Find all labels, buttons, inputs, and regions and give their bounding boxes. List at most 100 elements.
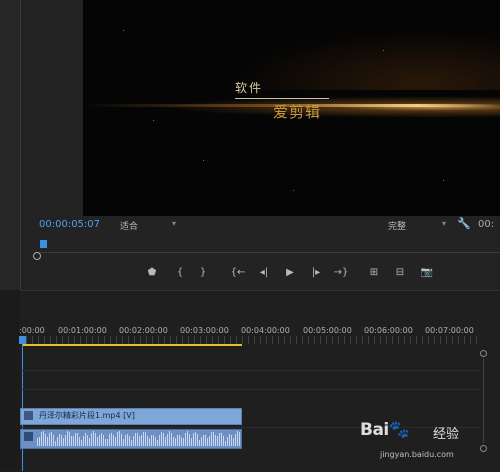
zoom-handle[interactable] <box>33 252 41 260</box>
step-back-icon[interactable]: ◂| <box>256 267 272 278</box>
waveform-bar <box>127 433 128 446</box>
extract-icon[interactable]: ⊟ <box>392 267 408 278</box>
waveform-bar <box>183 437 184 446</box>
ruler-label: 00:03:00:00 <box>180 326 229 335</box>
go-to-in-icon[interactable]: {← <box>230 267 246 278</box>
waveform-bar <box>79 437 80 446</box>
waveform-bar <box>189 433 190 446</box>
fit-select[interactable]: 适合 ▾ <box>120 219 178 232</box>
step-forward-icon[interactable]: |▸ <box>308 267 324 278</box>
monitor-time-ruler[interactable] <box>38 238 500 253</box>
waveform-bar <box>59 434 60 446</box>
watermark: Bai🐾 经验 jingyan.baidu.com <box>360 420 500 470</box>
ruler-label: 00:07:00:00 <box>425 326 474 335</box>
video-title-line2: 爱剪辑 <box>273 103 322 121</box>
left-panel-edge <box>0 0 20 290</box>
chevron-down-icon: ▾ <box>441 219 446 228</box>
quality-select-value: 完整 <box>388 222 407 232</box>
waveform-bar <box>147 435 148 446</box>
waveform-bar <box>199 439 200 446</box>
waveform-bar <box>141 435 142 446</box>
waveform-bar <box>145 431 146 446</box>
waveform-bar <box>49 432 50 446</box>
waveform-bar <box>85 433 86 446</box>
waveform-bar <box>129 436 130 446</box>
waveform-bar <box>157 440 158 446</box>
ruler-label: 00:01:00:00 <box>58 326 107 335</box>
waveform-bar <box>159 434 160 446</box>
track-headers <box>0 290 20 471</box>
timeline-playhead[interactable] <box>19 336 26 344</box>
waveform-bar <box>41 432 42 446</box>
waveform-bar <box>211 431 212 446</box>
waveform-bar <box>215 434 216 446</box>
waveform-bar <box>203 434 204 446</box>
waveform-bar <box>169 431 170 446</box>
waveform-bar <box>139 436 140 446</box>
waveform-bar <box>161 431 162 446</box>
audio-clip[interactable] <box>20 429 242 449</box>
waveform-bar <box>209 435 210 446</box>
waveform-bar <box>99 435 100 446</box>
track-divider <box>20 370 480 371</box>
waveform-bar <box>221 432 222 446</box>
waveform-bar <box>77 433 78 446</box>
waveform-bar <box>133 436 134 446</box>
waveform-bar <box>45 434 46 446</box>
waveform-bar <box>123 438 124 446</box>
work-area-bar[interactable] <box>22 344 242 346</box>
waveform-bar <box>121 433 122 446</box>
out-point-icon[interactable]: } <box>195 267 211 278</box>
waveform-bar <box>151 434 152 446</box>
waveform-bar <box>109 433 110 446</box>
go-to-out-icon[interactable]: →} <box>333 267 349 278</box>
waveform-bar <box>55 440 56 446</box>
export-frame-icon[interactable]: 📷 <box>419 267 435 278</box>
waveform-bar <box>135 432 136 446</box>
waveform-bar <box>233 438 234 446</box>
waveform-bar <box>95 432 96 446</box>
waveform-bar <box>87 434 88 446</box>
play-icon[interactable]: ▶ <box>282 267 298 278</box>
wrench-icon[interactable]: 🔧 <box>457 217 471 230</box>
quality-select[interactable]: 完整 ▾ <box>388 219 448 232</box>
ruler-label: 00:04:00:00 <box>241 326 290 335</box>
waveform-bar <box>93 431 94 446</box>
waveform-bar <box>185 433 186 446</box>
waveform-bar <box>163 432 164 446</box>
playhead-timecode[interactable]: 00:00:05:07 <box>39 219 100 230</box>
lift-icon[interactable]: ⊞ <box>366 267 382 278</box>
waveform-bar <box>119 431 120 446</box>
waveform-bar <box>179 434 180 446</box>
waveform-bar <box>223 436 224 446</box>
waveform-bar <box>125 434 126 446</box>
timeline-ruler[interactable] <box>20 336 480 344</box>
waveform-bar <box>115 436 116 446</box>
waveform-bar <box>225 440 226 446</box>
waveform-bar <box>177 435 178 446</box>
in-point-icon[interactable]: { <box>172 267 188 278</box>
waveform-bar <box>187 431 188 446</box>
watermark-url: jingyan.baidu.com <box>380 450 454 459</box>
waveform-bar <box>167 434 168 446</box>
fx-icon <box>24 432 33 441</box>
waveform-bar <box>231 434 232 446</box>
waveform-bar <box>165 437 166 446</box>
waveform-bar <box>201 437 202 446</box>
waveform-bar <box>43 431 44 446</box>
baidu-logo: Bai🐾 <box>360 420 410 440</box>
waveform-bar <box>107 438 108 446</box>
waveform-bar <box>83 435 84 446</box>
scroll-handle-top[interactable] <box>480 350 487 357</box>
watermark-suffix: 经验 <box>433 427 460 442</box>
waveform-bar <box>97 437 98 446</box>
waveform-bar <box>81 440 82 446</box>
waveform-bar <box>89 438 90 446</box>
waveform-bar <box>111 432 112 446</box>
waveform-bar <box>63 438 64 446</box>
waveform-bar <box>205 434 206 446</box>
waveform-bar <box>47 436 48 446</box>
monitor-playhead[interactable] <box>40 240 47 248</box>
marker-icon[interactable]: ⬟ <box>144 267 160 278</box>
waveform-bar <box>65 434 66 446</box>
